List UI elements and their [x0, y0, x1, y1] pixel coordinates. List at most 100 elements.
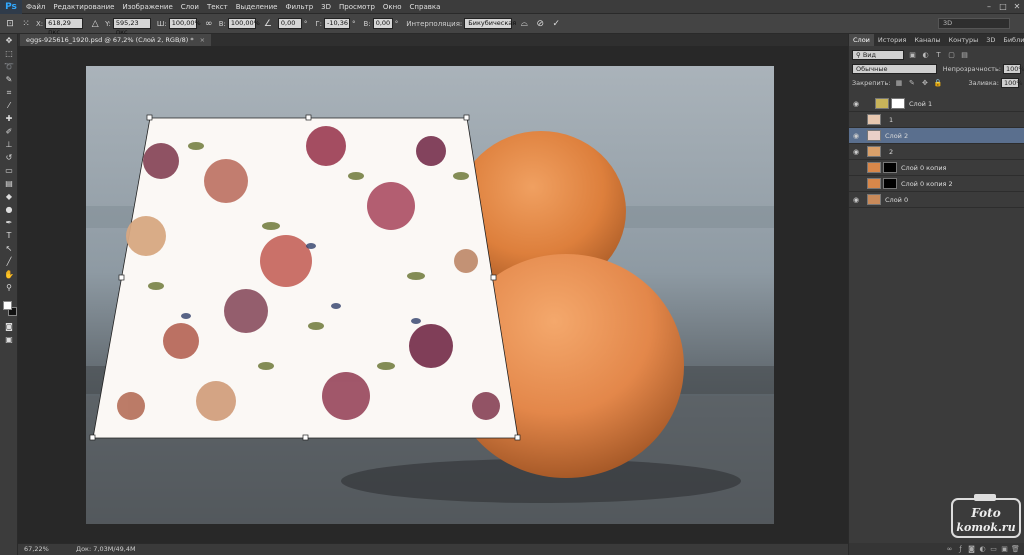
layer-row-selected[interactable]: ◉ Слой 2 — [849, 128, 1024, 144]
move-tool-icon[interactable]: ✥ — [0, 34, 18, 47]
lock-position-icon[interactable]: ✥ — [920, 79, 929, 88]
menu-file[interactable]: Файл — [22, 0, 49, 14]
quick-mask-icon[interactable]: ◙ — [0, 320, 18, 333]
commit-transform-icon[interactable]: ✓ — [550, 18, 562, 30]
blur-tool-icon[interactable]: ◆ — [0, 190, 18, 203]
relative-position-icon[interactable]: △ — [89, 18, 101, 30]
history-brush-icon[interactable]: ↺ — [0, 151, 18, 164]
visibility-eye-icon[interactable]: ◉ — [849, 148, 863, 156]
width-field[interactable]: 100,00% — [168, 18, 201, 29]
document-canvas[interactable] — [86, 66, 774, 524]
menu-window[interactable]: Окно — [379, 0, 406, 14]
new-group-icon[interactable]: ▭ — [988, 545, 999, 553]
foreground-color-swatch[interactable] — [3, 301, 12, 310]
hskew-field[interactable]: -10,36 — [324, 18, 351, 29]
brush-tool-icon[interactable]: ✐ — [0, 125, 18, 138]
hand-tool-icon[interactable]: ✋ — [0, 268, 18, 281]
visibility-eye-icon[interactable]: ◉ — [849, 196, 863, 204]
menu-image[interactable]: Изображение — [118, 0, 176, 14]
reference-point-icon[interactable]: ⁙ — [20, 18, 32, 30]
zoom-level[interactable]: 67,22% — [18, 544, 54, 555]
transform-tool-icon[interactable]: ⊡ — [4, 18, 16, 30]
menu-3d[interactable]: 3D — [317, 0, 335, 14]
layer-style-icon[interactable]: ƒ — [955, 545, 966, 553]
close-icon[interactable]: ✕ — [1010, 0, 1024, 14]
layer-mask-thumbnail[interactable] — [883, 162, 897, 173]
marquee-tool-icon[interactable]: ⬚ — [0, 47, 18, 60]
filter-pixel-icon[interactable]: ▣ — [908, 51, 917, 60]
height-field[interactable]: 100,00% — [227, 18, 260, 29]
fill-field[interactable]: 100% — [1000, 78, 1023, 88]
visibility-eye-icon[interactable]: ◉ — [849, 100, 863, 108]
menu-type[interactable]: Текст — [203, 0, 232, 14]
dodge-tool-icon[interactable]: ● — [0, 203, 18, 216]
layer-row[interactable]: Слой 0 копия 2 — [849, 176, 1024, 192]
workspace-select[interactable]: 3D — [938, 18, 1010, 29]
visibility-eye-icon[interactable]: ◉ — [849, 132, 863, 140]
x-field[interactable]: 618,29 пкс — [45, 18, 84, 36]
link-layers-icon[interactable]: ∞ — [944, 545, 955, 553]
stamp-tool-icon[interactable]: ⊥ — [0, 138, 18, 151]
crop-tool-icon[interactable]: ⌗ — [0, 86, 18, 99]
interpolation-select[interactable]: Бикубическая — [464, 18, 516, 29]
tab-layers[interactable]: Слои — [849, 34, 874, 46]
type-tool-icon[interactable]: T — [0, 229, 18, 242]
document-tab[interactable]: eggs-925616_1920.psd @ 67,2% (Слой 2, RG… — [20, 34, 212, 46]
layer-row[interactable]: ◉ 2 — [849, 144, 1024, 160]
menu-filter[interactable]: Фильтр — [281, 0, 317, 14]
minimize-icon[interactable]: – — [982, 0, 996, 14]
adjustment-layer-icon[interactable]: ◐ — [977, 545, 988, 553]
link-icon[interactable]: ∞ — [203, 18, 215, 30]
menu-help[interactable]: Справка — [406, 0, 445, 14]
filter-shape-icon[interactable]: ▢ — [947, 51, 956, 60]
layer-mask-thumbnail[interactable] — [883, 178, 897, 189]
shape-tool-icon[interactable]: ╱ — [0, 255, 18, 268]
color-swatches[interactable] — [0, 298, 17, 320]
filter-smart-icon[interactable]: ▤ — [960, 51, 969, 60]
delete-layer-icon[interactable]: 🗑 — [1010, 545, 1021, 553]
opacity-field[interactable]: 100% — [1003, 64, 1024, 74]
lasso-tool-icon[interactable]: ➰ — [0, 60, 18, 73]
path-select-tool-icon[interactable]: ↖ — [0, 242, 18, 255]
zoom-tool-icon[interactable]: ⚲ — [0, 281, 18, 294]
layer-row[interactable]: 1 — [849, 112, 1024, 128]
new-layer-icon[interactable]: ▣ — [999, 545, 1010, 553]
layer-row[interactable]: Слой 0 копия — [849, 160, 1024, 176]
cancel-transform-icon[interactable]: ⊘ — [534, 18, 546, 30]
gradient-tool-icon[interactable]: ▤ — [0, 177, 18, 190]
add-mask-icon[interactable]: ◙ — [966, 545, 977, 553]
tab-libraries[interactable]: Библиотеки — [999, 34, 1024, 46]
quick-select-tool-icon[interactable]: ✎ — [0, 73, 18, 86]
pen-tool-icon[interactable]: ✒ — [0, 216, 18, 229]
angle-field[interactable]: 0,00 — [277, 18, 302, 29]
healing-tool-icon[interactable]: ✚ — [0, 112, 18, 125]
vskew-field[interactable]: 0,00 — [372, 18, 393, 29]
layer-mask-thumbnail[interactable] — [891, 98, 905, 109]
eraser-tool-icon[interactable]: ▭ — [0, 164, 18, 177]
blend-mode-select[interactable]: Обычные — [852, 64, 937, 74]
layer-filter-select[interactable]: ⚲ Вид — [852, 50, 904, 60]
menu-view[interactable]: Просмотр — [335, 0, 379, 14]
maximize-icon[interactable]: □ — [996, 0, 1010, 14]
canvas-area[interactable] — [18, 46, 848, 543]
warp-mode-icon[interactable]: ⌓ — [518, 18, 530, 30]
tab-paths[interactable]: Контуры — [945, 34, 983, 46]
tab-channels[interactable]: Каналы — [910, 34, 944, 46]
y-field[interactable]: 595,23 пкс — [112, 18, 151, 36]
lock-transparency-icon[interactable]: ▦ — [894, 79, 903, 88]
menu-layers[interactable]: Слои — [177, 0, 203, 14]
eyedropper-tool-icon[interactable]: ⁄ — [0, 99, 18, 112]
filter-type-icon[interactable]: T — [934, 51, 943, 60]
tab-3d[interactable]: 3D — [982, 34, 999, 46]
tab-history[interactable]: История — [874, 34, 910, 46]
menu-edit[interactable]: Редактирование — [49, 0, 118, 14]
filter-adjust-icon[interactable]: ◐ — [921, 51, 930, 60]
layer-row[interactable]: ◉ Слой 0 — [849, 192, 1024, 208]
menu-select[interactable]: Выделение — [232, 0, 282, 14]
tab-close-icon[interactable]: × — [200, 36, 205, 44]
floral-layer[interactable] — [89, 114, 521, 441]
lock-pixels-icon[interactable]: ✎ — [907, 79, 916, 88]
screen-mode-icon[interactable]: ▣ — [0, 333, 18, 346]
layer-row[interactable]: ◉ Слой 1 — [849, 96, 1024, 112]
lock-all-icon[interactable]: 🔒 — [933, 79, 943, 88]
